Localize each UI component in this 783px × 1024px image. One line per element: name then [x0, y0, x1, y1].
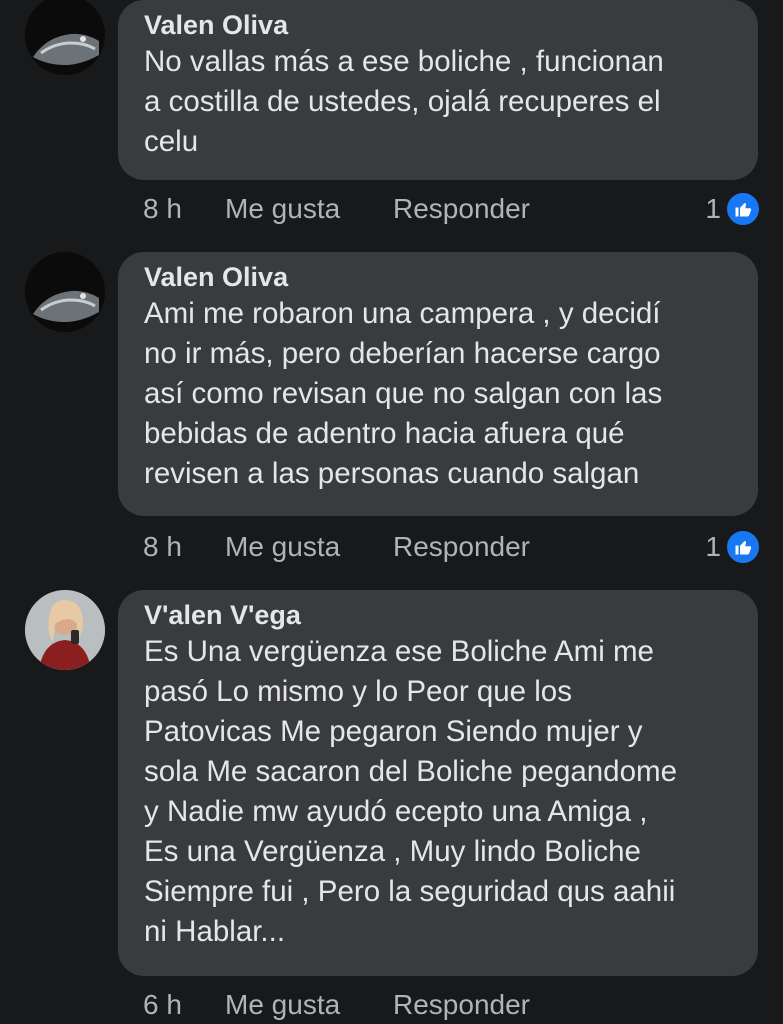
comment-author[interactable]: V'alen V'ega	[144, 598, 734, 632]
comment-text-line: Siempre fui , Pero la seguridad qus aahi…	[144, 875, 676, 908]
comment-timestamp[interactable]: 6 h	[143, 988, 182, 1022]
like-button[interactable]: Me gusta	[225, 192, 340, 226]
comment-text-line: no ir más, pero deberían hacerse cargo	[144, 337, 661, 370]
comment-text: No vallas más a ese boliche , funcionan …	[144, 42, 734, 162]
reaction-count: 1	[705, 193, 721, 224]
avatar-image-icon	[25, 590, 105, 670]
avatar[interactable]	[25, 0, 105, 75]
comment-author[interactable]: Valen Oliva	[144, 260, 734, 294]
comment-text-line: y Nadie mw ayudó ecepto una Amiga ,	[144, 795, 648, 828]
comment-text-line: Es una Vergüenza , Muy lindo Boliche	[144, 835, 641, 868]
avatar[interactable]	[25, 590, 105, 670]
reaction-count: 1	[705, 531, 721, 562]
comment-text-line: Es Una vergüenza ese Boliche Ami me	[144, 635, 654, 668]
comment-timestamp[interactable]: 8 h	[143, 530, 182, 564]
comment-text-line: así como revisan que no salgan con las	[144, 377, 663, 410]
comment-bubble: Valen Oliva Ami me robaron una campera ,…	[118, 252, 758, 516]
comment-text-line: Ami me robaron una campera , y decidí	[144, 297, 661, 330]
comment-thread: Valen Oliva No vallas más a ese boliche …	[0, 0, 783, 1024]
avatar[interactable]	[25, 252, 105, 332]
comment-author[interactable]: Valen Oliva	[144, 8, 734, 42]
avatar-image-icon	[25, 0, 105, 75]
reply-button[interactable]: Responder	[393, 530, 530, 564]
reaction-summary[interactable]: 1	[705, 529, 761, 565]
like-button[interactable]: Me gusta	[225, 530, 340, 564]
comment-text: Es Una vergüenza ese Boliche Ami me pasó…	[144, 632, 734, 952]
comment-timestamp[interactable]: 8 h	[143, 192, 182, 226]
comment-text-line: celu	[144, 125, 199, 158]
comment-text-line: pasó Lo mismo y lo Peor que los	[144, 675, 572, 708]
comment-text-line: bebidas de adentro hacia afuera qué	[144, 417, 625, 450]
like-icon	[725, 191, 761, 227]
comment-text-line: a costilla de ustedes, ojalá recuperes e…	[144, 85, 661, 118]
comment-bubble: Valen Oliva No vallas más a ese boliche …	[118, 0, 758, 180]
like-button[interactable]: Me gusta	[225, 988, 340, 1022]
comment-text: Ami me robaron una campera , y decidí no…	[144, 294, 734, 494]
comment-bubble: V'alen V'ega Es Una vergüenza ese Bolich…	[118, 590, 758, 976]
like-icon	[725, 529, 761, 565]
comment-text-line: revisen a las personas cuando salgan	[144, 457, 640, 490]
avatar-image-icon	[25, 252, 105, 332]
reply-button[interactable]: Responder	[393, 192, 530, 226]
reaction-summary[interactable]: 1	[705, 191, 761, 227]
comment-text-line: sola Me sacaron del Boliche pegandome	[144, 755, 677, 788]
reply-button[interactable]: Responder	[393, 988, 530, 1022]
comment-text-line: ni Hablar...	[144, 915, 286, 948]
comment-text-line: Patovicas Me pegaron Siendo mujer y	[144, 715, 643, 748]
comment-text-line: No vallas más a ese boliche , funcionan	[144, 45, 664, 78]
